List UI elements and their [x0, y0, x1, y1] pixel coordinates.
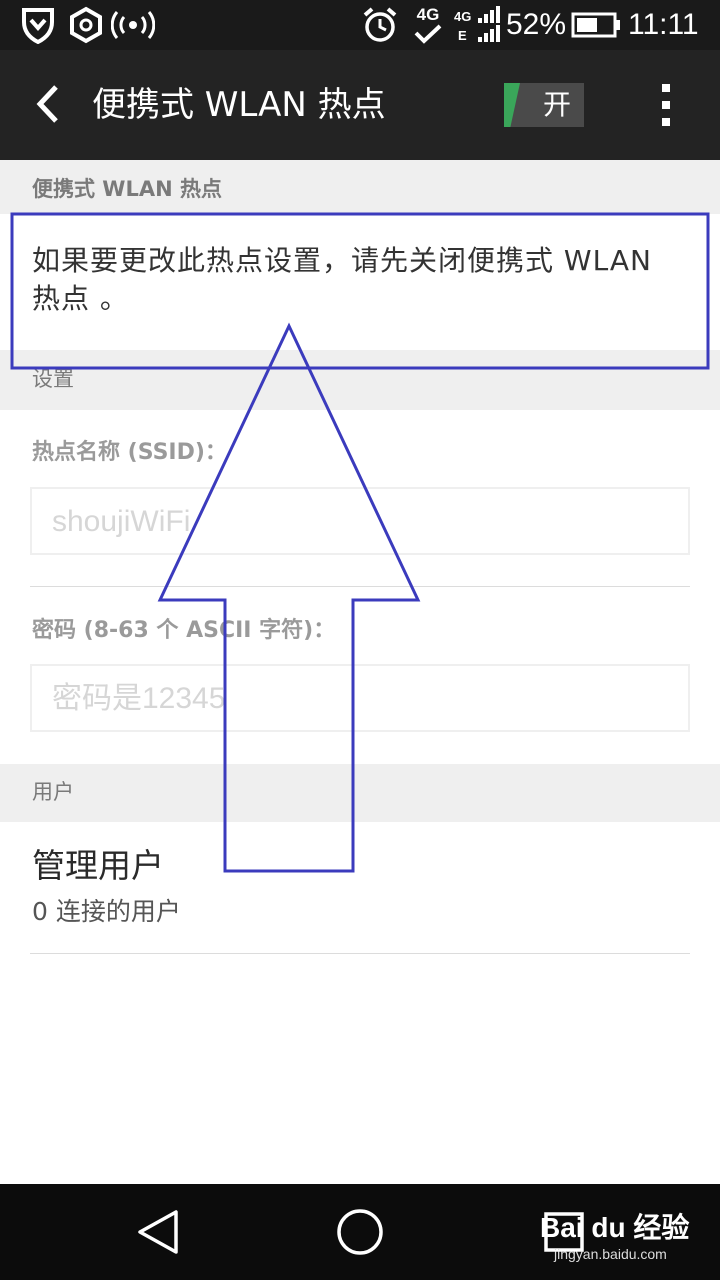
network-4g-label: 4G — [416, 5, 440, 24]
info-message: 如果要更改此热点设置，请先关闭便携式 WLAN 热点 。 — [32, 244, 652, 315]
toggle-indicator — [504, 83, 520, 127]
settings-hexagon-icon — [66, 6, 106, 44]
action-bar: 便携式 WLAN 热点 开 — [0, 50, 720, 160]
overflow-menu-button[interactable] — [646, 80, 686, 130]
ssid-value: shoujiWiFi — [52, 505, 191, 538]
overflow-dot — [662, 118, 670, 126]
back-button[interactable] — [22, 78, 74, 130]
page-title: 便携式 WLAN 热点 — [92, 85, 386, 125]
section-header-hotspot: 便携式 WLAN 热点 — [0, 160, 720, 214]
chevron-left-icon — [36, 85, 58, 123]
section-header-users: 用户 — [0, 764, 720, 822]
back-triangle-icon[interactable] — [128, 1202, 188, 1262]
home-circle-icon[interactable] — [330, 1202, 390, 1262]
clock: 11:11 — [628, 8, 699, 41]
manage-users-item[interactable]: 管理用户 — [32, 844, 164, 888]
password-input[interactable]: 密码是12345 — [30, 664, 690, 732]
shield-icon — [18, 6, 58, 44]
overflow-dot — [662, 84, 670, 92]
section-header-settings: 设置 — [0, 350, 720, 410]
password-label: 密码 (8-63 个 ASCII 字符)： — [32, 618, 336, 643]
hotspot-toggle[interactable]: 开 — [504, 83, 584, 127]
overflow-dot — [662, 101, 670, 109]
divider — [30, 586, 690, 587]
battery-percent: 52% — [506, 8, 567, 41]
baidu-watermark: Bai du 经验 jingyan.baidu.com — [540, 1210, 710, 1270]
battery-icon — [570, 6, 622, 44]
divider — [30, 953, 690, 954]
connected-users-count: 0 连接的用户 — [32, 897, 181, 926]
watermark-url: jingyan.baidu.com — [554, 1246, 667, 1262]
network-e-label: E — [458, 28, 467, 43]
toggle-label: 开 — [542, 88, 571, 121]
wifi-hotspot-icon — [110, 6, 156, 44]
watermark-logo: Bai du 经验 — [540, 1212, 690, 1243]
signal-icon: 4G E — [452, 6, 500, 44]
ssid-input[interactable]: shoujiWiFi — [30, 487, 690, 555]
status-bar: 4G 4G E 52% 11:11 — [0, 0, 720, 50]
svg-text:4G: 4G — [454, 9, 471, 24]
password-value: 密码是12345 — [52, 682, 226, 715]
4g-check-icon: 4G — [410, 6, 446, 44]
alarm-icon — [360, 6, 400, 44]
ssid-label: 热点名称 (SSID)： — [32, 440, 227, 465]
